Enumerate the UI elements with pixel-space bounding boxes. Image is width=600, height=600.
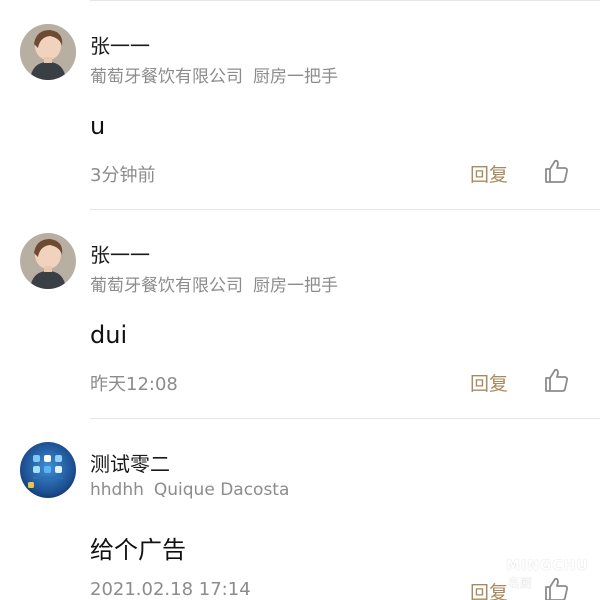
commenter-role: Quique Dacosta: [153, 480, 290, 500]
reply-button[interactable]: 回复: [470, 578, 508, 600]
comment-time: 昨天12:08: [90, 374, 178, 395]
like-button[interactable]: [542, 575, 570, 600]
comment-time: 2021.02.18 17:14: [90, 579, 251, 600]
commenter-company: 葡萄牙餐饮有限公司: [90, 67, 243, 87]
comment-text: 给个广告: [90, 536, 186, 564]
commenter-company: hhdhh: [90, 480, 144, 500]
commenter-name[interactable]: 张一一: [90, 239, 150, 268]
commenter-name[interactable]: 张一一: [90, 30, 150, 59]
comment-text: u: [90, 112, 106, 140]
commenter-subtitle: hhdhh Quique Dacosta: [90, 480, 289, 500]
reply-button[interactable]: 回复: [470, 369, 508, 396]
divider: [90, 209, 600, 210]
avatar[interactable]: [20, 442, 76, 498]
like-button[interactable]: [542, 157, 570, 185]
reply-button[interactable]: 回复: [470, 160, 508, 187]
commenter-company: 葡萄牙餐饮有限公司: [90, 276, 243, 296]
thumbs-up-icon: [545, 368, 568, 392]
commenter-role: 厨房一把手: [253, 67, 338, 87]
divider: [90, 0, 600, 1]
thumbs-up-icon: [545, 577, 568, 600]
avatar[interactable]: [20, 233, 76, 289]
comment-time: 3分钟前: [90, 165, 156, 186]
divider: [90, 418, 600, 419]
like-button[interactable]: [542, 366, 570, 394]
avatar[interactable]: [20, 24, 76, 80]
comment-list: 张一一 葡萄牙餐饮有限公司 厨房一把手 u 3分钟前 回复 张一一 葡萄牙餐饮有…: [0, 0, 600, 600]
commenter-name[interactable]: 测试零二: [90, 448, 170, 477]
comment-text: dui: [90, 321, 128, 349]
commenter-subtitle: 葡萄牙餐饮有限公司 厨房一把手: [90, 62, 338, 87]
commenter-subtitle: 葡萄牙餐饮有限公司 厨房一把手: [90, 271, 338, 296]
commenter-role: 厨房一把手: [253, 276, 338, 296]
watermark-brand: MINGCHU: [506, 558, 589, 574]
thumbs-up-icon: [545, 159, 568, 183]
